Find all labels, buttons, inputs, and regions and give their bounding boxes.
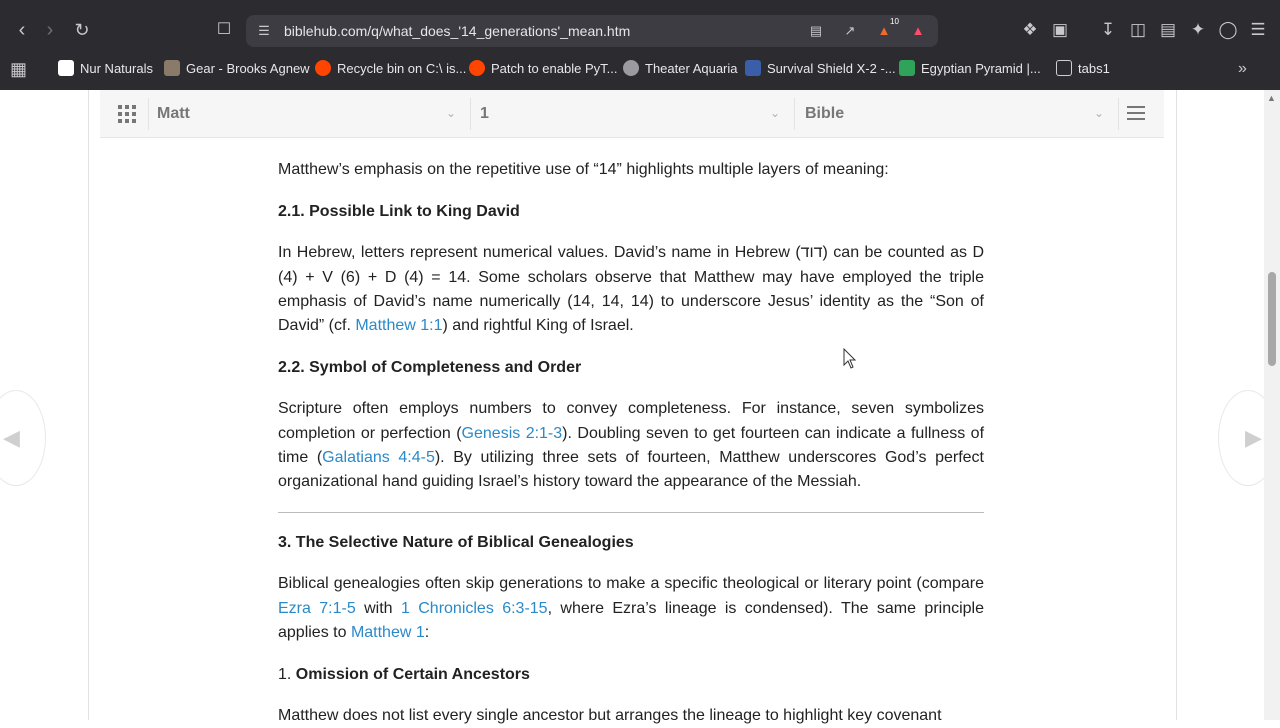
chevron-down-icon[interactable]: ⌄ bbox=[1094, 107, 1104, 119]
extensions-icon[interactable]: ❖ bbox=[1018, 18, 1042, 42]
bookmark-item[interactable]: Gear - Brooks Agnew bbox=[164, 56, 310, 82]
paragraph-2-2: Scripture often employs numbers to conve… bbox=[278, 400, 985, 491]
menu-icon[interactable]: ☰ bbox=[1246, 18, 1270, 42]
section-heading-2-1: 2.1. Possible Link to King David bbox=[278, 203, 520, 221]
leo-ai-icon[interactable]: ✦ bbox=[1186, 18, 1210, 42]
scripture-link[interactable]: Galatians 4:4-5 bbox=[322, 449, 435, 466]
shields-badge: 10 bbox=[890, 17, 899, 26]
grid-menu-icon[interactable] bbox=[118, 105, 136, 123]
reload-icon[interactable]: ↻ bbox=[70, 18, 94, 42]
site-settings-icon[interactable]: ☰ bbox=[256, 23, 272, 39]
scripture-link[interactable]: Matthew 1 bbox=[351, 624, 425, 641]
chapter-select[interactable]: 1 bbox=[480, 90, 489, 138]
folder-icon bbox=[1056, 60, 1072, 76]
divider bbox=[148, 98, 149, 130]
back-icon[interactable]: ‹ bbox=[10, 18, 34, 42]
article-body: Matthew’s emphasis on the repetitive use… bbox=[278, 140, 984, 728]
apps-grid-icon[interactable]: ▦ bbox=[10, 56, 27, 82]
wallet-icon[interactable]: ▤ bbox=[1156, 18, 1180, 42]
favicon-doc-icon bbox=[58, 60, 74, 76]
bookmark-item[interactable]: Survival Shield X-2 -... bbox=[745, 56, 896, 82]
scrollbar-thumb[interactable] bbox=[1268, 272, 1276, 366]
scripture-link[interactable]: Ezra 7:1-5 bbox=[278, 600, 356, 617]
reader-mode-icon[interactable]: ▤ bbox=[808, 23, 824, 39]
divider bbox=[794, 98, 795, 130]
url-bar[interactable]: ☰ biblehub.com/q/what_does_'14_generatio… bbox=[246, 15, 938, 47]
hamburger-menu-icon[interactable] bbox=[1127, 106, 1145, 120]
bookmark-item[interactable]: Theater Aquaria bbox=[623, 56, 738, 82]
web-page: Matt ⌄ 1 ⌄ Bible ⌄ ◀ ▶ Matthew’s emphasi… bbox=[0, 90, 1280, 724]
divider bbox=[1118, 98, 1119, 130]
page-scrollbar[interactable]: ▲ bbox=[1264, 90, 1280, 720]
section-heading-2-2: 2.2. Symbol of Completeness and Order bbox=[278, 359, 582, 377]
list-item-1: 1. Omission of Certain Ancestors bbox=[278, 666, 530, 684]
divider bbox=[470, 98, 471, 130]
tab-search-icon[interactable]: ▣ bbox=[1048, 18, 1072, 42]
address-row: ‹ › ↻ ☐ ☰ biblehub.com/q/what_does_'14_g… bbox=[0, 10, 1280, 50]
arrow-right-icon: ▶ bbox=[1245, 425, 1262, 450]
bible-nav-bar: Matt ⌄ 1 ⌄ Bible ⌄ bbox=[100, 90, 1164, 138]
share-icon[interactable]: ↗ bbox=[842, 23, 858, 39]
prev-page-button[interactable]: ◀ bbox=[0, 390, 46, 486]
scroll-up-icon[interactable]: ▲ bbox=[1267, 93, 1276, 103]
brave-rewards-icon[interactable]: ▲ bbox=[910, 23, 926, 39]
bookmark-item[interactable]: Recycle bin on C:\ is... bbox=[315, 56, 466, 82]
bookmark-item[interactable]: Patch to enable PyT... bbox=[469, 56, 617, 82]
clipped-heading bbox=[278, 140, 984, 158]
book-select[interactable]: Matt bbox=[157, 90, 190, 138]
section-heading-3: 3. The Selective Nature of Biblical Gene… bbox=[278, 534, 634, 552]
arrow-left-icon: ◀ bbox=[3, 425, 20, 450]
reddit-icon bbox=[315, 60, 331, 76]
globe-icon bbox=[623, 60, 639, 76]
bookmarks-bar: ▦ Nur Naturals Gear - Brooks Agnew Recyc… bbox=[0, 56, 1280, 82]
chevron-down-icon[interactable]: ⌄ bbox=[770, 107, 780, 119]
chevron-down-icon[interactable]: ⌄ bbox=[446, 107, 456, 119]
mouse-cursor-icon bbox=[843, 348, 857, 369]
favicon-person-icon bbox=[164, 60, 180, 76]
paragraph-2-1: In Hebrew, letters represent numerical v… bbox=[278, 244, 984, 335]
paragraph-4-partial: Matthew does not list every single ances… bbox=[278, 707, 942, 725]
paragraph-3: Biblical genealogies often skip generati… bbox=[278, 575, 985, 641]
browser-chrome: ‹ › ↻ ☐ ☰ biblehub.com/q/what_does_'14_g… bbox=[0, 0, 1280, 90]
favicon-green-icon bbox=[899, 60, 915, 76]
scripture-link[interactable]: Matthew 1:1 bbox=[355, 317, 442, 334]
version-select[interactable]: Bible bbox=[805, 90, 844, 138]
url-text[interactable]: biblehub.com/q/what_does_'14_generations… bbox=[284, 15, 630, 47]
intro-paragraph: Matthew’s emphasis on the repetitive use… bbox=[278, 161, 889, 178]
forward-icon[interactable]: › bbox=[38, 18, 62, 42]
bookmark-item[interactable]: Egyptian Pyramid |... bbox=[899, 56, 1041, 82]
favicon-product-icon bbox=[745, 60, 761, 76]
more-bookmarks-icon[interactable]: » bbox=[1238, 56, 1247, 82]
bookmark-item[interactable]: Nur Naturals bbox=[58, 56, 153, 82]
bookmark-icon[interactable]: ☐ bbox=[212, 18, 236, 42]
vpn-shield-icon[interactable]: ◯ bbox=[1216, 18, 1240, 42]
scripture-link[interactable]: Genesis 2:1-3 bbox=[462, 425, 563, 442]
bookmark-item[interactable]: tabs1 bbox=[1056, 56, 1110, 82]
downloads-icon[interactable]: ↧ bbox=[1096, 18, 1120, 42]
reddit-icon bbox=[469, 60, 485, 76]
sidebar-icon[interactable]: ◫ bbox=[1126, 18, 1150, 42]
scripture-link[interactable]: 1 Chronicles 6:3-15 bbox=[401, 600, 548, 617]
